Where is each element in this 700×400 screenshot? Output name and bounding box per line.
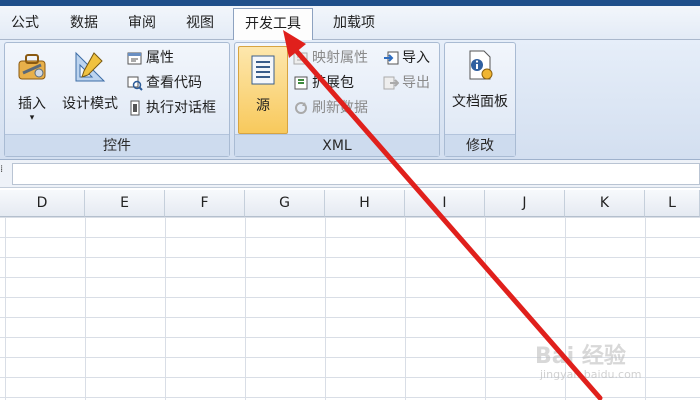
tab-view[interactable]: 视图: [174, 8, 226, 40]
formula-bar-resize-handle[interactable]: ⁞: [0, 164, 10, 184]
column-header-i[interactable]: I: [405, 190, 485, 217]
run-dialog-icon: [130, 100, 140, 116]
export-button[interactable]: 导出: [383, 72, 430, 94]
toolbox-icon: [18, 54, 46, 80]
import-icon: [384, 51, 399, 65]
view-code-icon: [127, 76, 143, 91]
ribbon-panel: 插入 ▾ 设计模式 属性 查看代码 执行对话框 控件 源 映射属性 扩展包 刷新…: [0, 40, 700, 160]
import-label: 导入: [402, 50, 430, 66]
column-header-k[interactable]: K: [565, 190, 645, 217]
chevron-down-icon: ▾: [29, 113, 35, 123]
group-modify: 文档面板 修改: [444, 42, 516, 157]
import-button[interactable]: 导入: [383, 47, 430, 69]
tab-formulas[interactable]: 公式: [0, 8, 50, 40]
properties-icon: [127, 52, 142, 65]
source-button[interactable]: 源: [238, 46, 288, 134]
group-controls-label: 控件: [5, 134, 229, 156]
run-dialog-label: 执行对话框: [146, 100, 216, 116]
design-mode-label: 设计模式: [62, 96, 118, 112]
tab-developer[interactable]: 开发工具: [233, 8, 313, 41]
xml-source-icon: [251, 55, 275, 85]
tab-addins[interactable]: 加载项: [322, 8, 386, 40]
map-properties-icon: [293, 52, 308, 65]
refresh-icon: [295, 102, 307, 114]
column-header-l[interactable]: L: [645, 190, 700, 217]
refresh-data-label: 刷新数据: [312, 100, 368, 116]
group-xml-label: XML: [235, 134, 439, 156]
column-header-h[interactable]: H: [325, 190, 405, 217]
document-info-icon: [469, 50, 493, 80]
source-label: 源: [256, 98, 270, 114]
column-header-j[interactable]: J: [485, 190, 565, 217]
expansion-packs-icon: [294, 76, 308, 90]
column-header-e[interactable]: E: [85, 190, 165, 217]
view-code-button[interactable]: 查看代码: [127, 72, 202, 94]
ribbon-tab-bar: 公式 数据 审阅 视图 开发工具 加载项: [0, 0, 700, 41]
document-panel-button[interactable]: 文档面板: [447, 49, 513, 111]
properties-label: 属性: [146, 50, 174, 66]
export-label: 导出: [402, 75, 430, 91]
map-properties-button[interactable]: 映射属性: [293, 47, 368, 69]
column-header-d[interactable]: D: [0, 190, 85, 217]
column-header-f[interactable]: F: [165, 190, 245, 217]
group-modify-label: 修改: [445, 134, 515, 156]
insert-label: 插入: [18, 96, 46, 112]
tab-data[interactable]: 数据: [56, 8, 112, 40]
insert-button[interactable]: 插入 ▾: [9, 49, 55, 123]
export-icon: [383, 76, 400, 90]
refresh-data-button[interactable]: 刷新数据: [293, 97, 368, 119]
run-dialog-button[interactable]: 执行对话框: [127, 97, 216, 119]
design-mode-button[interactable]: 设计模式: [57, 49, 123, 113]
expansion-packs-label: 扩展包: [312, 75, 354, 91]
expansion-packs-button[interactable]: 扩展包: [293, 72, 354, 94]
formula-bar: ⁞: [0, 160, 700, 188]
watermark-url: jingyan.baidu.com: [540, 368, 642, 381]
group-xml: 源 映射属性 扩展包 刷新数据 导入 导出 XML: [234, 42, 440, 157]
group-controls: 插入 ▾ 设计模式 属性 查看代码 执行对话框 控件: [4, 42, 230, 157]
document-panel-label: 文档面板: [452, 94, 508, 110]
ruler-pencil-icon: [75, 51, 106, 82]
tab-review[interactable]: 审阅: [116, 8, 168, 40]
map-properties-label: 映射属性: [312, 50, 368, 66]
column-header-g[interactable]: G: [245, 190, 325, 217]
formula-input[interactable]: [12, 163, 700, 185]
view-code-label: 查看代码: [146, 75, 202, 91]
properties-button[interactable]: 属性: [127, 47, 174, 69]
watermark-logo: Bai 经验: [535, 344, 626, 369]
